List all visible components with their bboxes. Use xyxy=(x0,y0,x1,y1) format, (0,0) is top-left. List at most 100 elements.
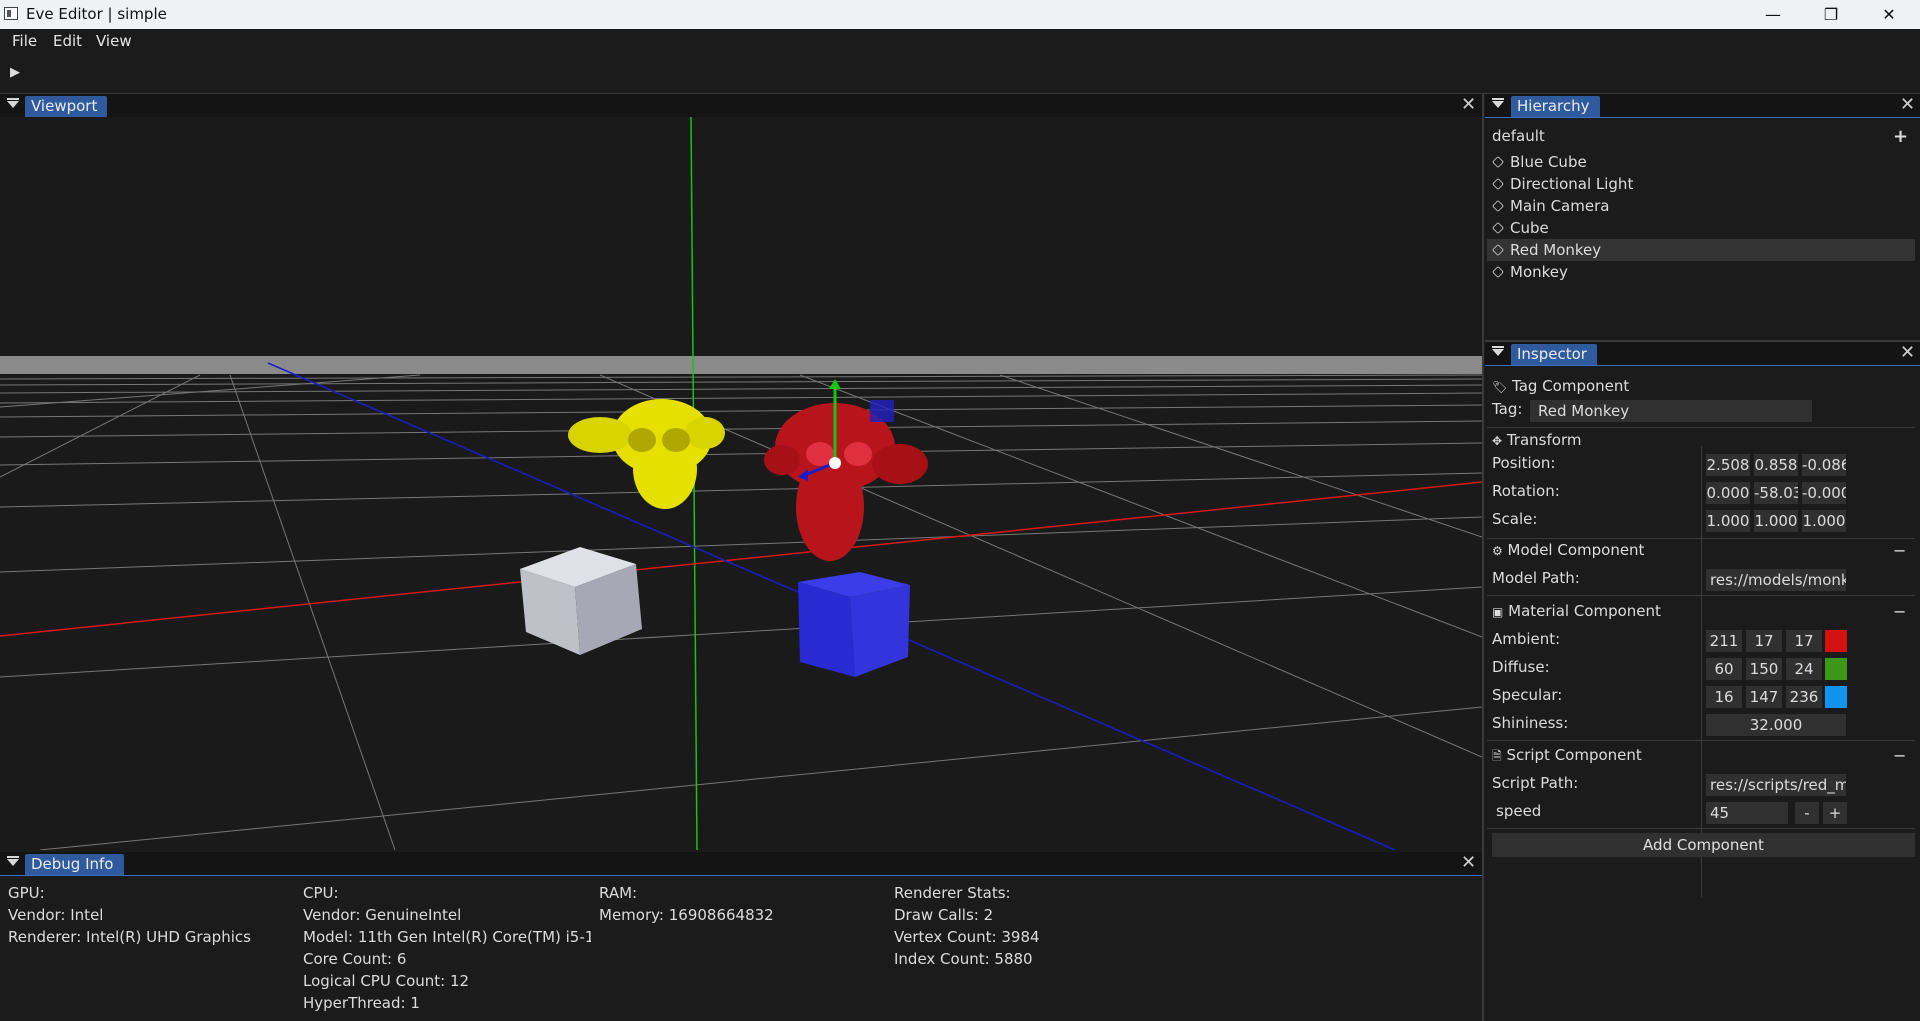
menu-file[interactable]: File xyxy=(12,32,37,50)
position-x-input[interactable]: 2.508 xyxy=(1706,454,1750,476)
ambient-r-input[interactable]: 211 xyxy=(1706,630,1742,652)
cpu-logical-count: Logical CPU Count: 12 xyxy=(303,972,470,990)
shininess-input[interactable]: 32.000 xyxy=(1706,714,1846,736)
hierarchy-item-monkey[interactable]: Monkey xyxy=(1487,261,1915,283)
model-component-header[interactable]: ⚙ Model Component xyxy=(1492,541,1644,559)
tab-inspector[interactable]: Inspector xyxy=(1511,344,1597,365)
rotation-y-input[interactable]: -58.03 xyxy=(1754,482,1798,504)
toolbar: ▶ xyxy=(0,55,1920,94)
close-icon[interactable]: ✕ xyxy=(1900,95,1915,115)
x-axis-line xyxy=(0,481,1482,637)
scene-name: default xyxy=(1492,127,1545,145)
hierarchy-item-red-monkey[interactable]: Red Monkey xyxy=(1487,239,1915,261)
specular-g-input[interactable]: 147 xyxy=(1746,686,1782,708)
draw-calls: Draw Calls: 2 xyxy=(894,906,994,924)
cpu-hyperthread: HyperThread: 1 xyxy=(303,994,420,1012)
cube-icon xyxy=(1491,221,1505,235)
cube-icon xyxy=(1491,243,1505,257)
section-divider xyxy=(1487,538,1915,539)
tab-viewport[interactable]: Viewport xyxy=(25,96,108,117)
hierarchy-item-cube[interactable]: Cube xyxy=(1487,217,1915,239)
viewport-header: Viewport ✕ xyxy=(0,94,1482,118)
position-label: Position: xyxy=(1492,454,1556,472)
script-component-header[interactable]: 🗎 Script Component xyxy=(1492,746,1642,768)
tab-debug-info[interactable]: Debug Info xyxy=(25,854,124,875)
inspector-panel: 🏷 Tag Component Tag: Red Monkey ✥ Transf… xyxy=(1485,366,1920,1021)
script-path-input[interactable]: res://scripts/red_mo xyxy=(1706,774,1846,796)
cpu-info: CPU: Vendor: GenuineIntel Model: 11th Ge… xyxy=(303,882,591,1014)
ram-title: RAM: xyxy=(599,884,638,902)
transform-title: Transform xyxy=(1506,431,1582,449)
panel-splitter[interactable] xyxy=(1482,93,1484,1021)
add-entity-button[interactable]: + xyxy=(1893,126,1908,147)
rotation-x-input[interactable]: 0.000 xyxy=(1706,482,1750,504)
hierarchy-item-main-camera[interactable]: Main Camera xyxy=(1487,195,1915,217)
tab-hierarchy[interactable]: Hierarchy xyxy=(1511,96,1600,117)
scale-z-input[interactable]: 1.000 xyxy=(1802,510,1846,532)
position-z-input[interactable]: -0.086 xyxy=(1802,454,1846,476)
gpu-title: GPU: xyxy=(8,884,45,902)
transform-header[interactable]: ✥ Transform xyxy=(1492,431,1581,449)
model-component-title: Model Component xyxy=(1507,541,1645,559)
remove-material-component-button[interactable]: − xyxy=(1893,602,1906,621)
viewport-canvas[interactable] xyxy=(0,117,1482,850)
diffuse-g-input[interactable]: 150 xyxy=(1746,658,1782,680)
cube-icon xyxy=(1491,199,1505,213)
yellow-monkey xyxy=(568,399,725,509)
file-icon: 🗎 xyxy=(1492,749,1502,763)
cube-icon xyxy=(1491,155,1505,169)
ambient-color-swatch[interactable] xyxy=(1825,630,1847,652)
diffuse-r-input[interactable]: 60 xyxy=(1706,658,1742,680)
vertex-count: Vertex Count: 3984 xyxy=(894,928,1040,946)
add-component-button[interactable]: Add Component xyxy=(1492,833,1915,857)
hierarchy-panel: default + Blue Cube Directional Light Ma… xyxy=(1485,118,1920,340)
material-component-header[interactable]: ▣ Material Component xyxy=(1492,602,1661,620)
speed-input[interactable]: 45 xyxy=(1706,802,1788,824)
menu-edit[interactable]: Edit xyxy=(53,32,82,50)
specular-color-swatch[interactable] xyxy=(1825,686,1847,708)
script-path-label: Script Path: xyxy=(1492,774,1579,792)
model-path-input[interactable]: res://models/monke xyxy=(1706,569,1846,591)
ambient-b-input[interactable]: 17 xyxy=(1786,630,1822,652)
hierarchy-item-blue-cube[interactable]: Blue Cube xyxy=(1487,151,1915,173)
maximize-button[interactable]: ❐ xyxy=(1802,0,1860,29)
specular-r-input[interactable]: 16 xyxy=(1706,686,1742,708)
maximize-icon: ❐ xyxy=(1823,5,1839,24)
menu-view[interactable]: View xyxy=(96,32,132,50)
hierarchy-item-label: Monkey xyxy=(1510,263,1568,281)
scale-x-input[interactable]: 1.000 xyxy=(1706,510,1750,532)
specular-b-input[interactable]: 236 xyxy=(1786,686,1822,708)
speed-increment-button[interactable]: + xyxy=(1823,802,1847,824)
diffuse-b-input[interactable]: 24 xyxy=(1786,658,1822,680)
tag-component-header[interactable]: 🏷 Tag Component xyxy=(1492,377,1629,395)
close-icon[interactable]: ✕ xyxy=(1461,853,1476,873)
tag-input[interactable]: Red Monkey xyxy=(1530,400,1812,422)
hierarchy-item-label: Blue Cube xyxy=(1510,153,1587,171)
remove-script-component-button[interactable]: − xyxy=(1893,746,1906,765)
remove-model-component-button[interactable]: − xyxy=(1893,541,1906,560)
hierarchy-item-directional-light[interactable]: Directional Light xyxy=(1487,173,1915,195)
tag-icon: 🏷 xyxy=(1492,380,1508,394)
scale-y-input[interactable]: 1.000 xyxy=(1754,510,1798,532)
play-button[interactable]: ▶ xyxy=(10,65,20,80)
close-icon[interactable]: ✕ xyxy=(1461,95,1476,115)
position-y-input[interactable]: 0.858 xyxy=(1754,454,1798,476)
blue-cube xyxy=(798,572,910,677)
minimize-button[interactable]: — xyxy=(1744,0,1802,29)
close-window-button[interactable]: ✕ xyxy=(1860,0,1918,29)
collapse-icon[interactable] xyxy=(1492,98,1504,108)
app-icon xyxy=(4,7,18,20)
collapse-icon[interactable] xyxy=(7,856,19,866)
rotation-z-input[interactable]: -0.000 xyxy=(1802,482,1846,504)
close-icon[interactable]: ✕ xyxy=(1900,343,1915,363)
section-divider xyxy=(1487,828,1915,829)
window-title: Eve Editor | simple xyxy=(26,5,167,23)
ram-info: RAM: Memory: 16908664832 xyxy=(599,882,879,926)
diffuse-color-swatch[interactable] xyxy=(1825,658,1847,680)
collapse-icon[interactable] xyxy=(7,98,19,108)
hierarchy-item-label: Directional Light xyxy=(1510,175,1634,193)
ambient-g-input[interactable]: 17 xyxy=(1746,630,1782,652)
section-divider xyxy=(1487,427,1915,428)
collapse-icon[interactable] xyxy=(1492,346,1504,356)
speed-decrement-button[interactable]: - xyxy=(1795,802,1819,824)
